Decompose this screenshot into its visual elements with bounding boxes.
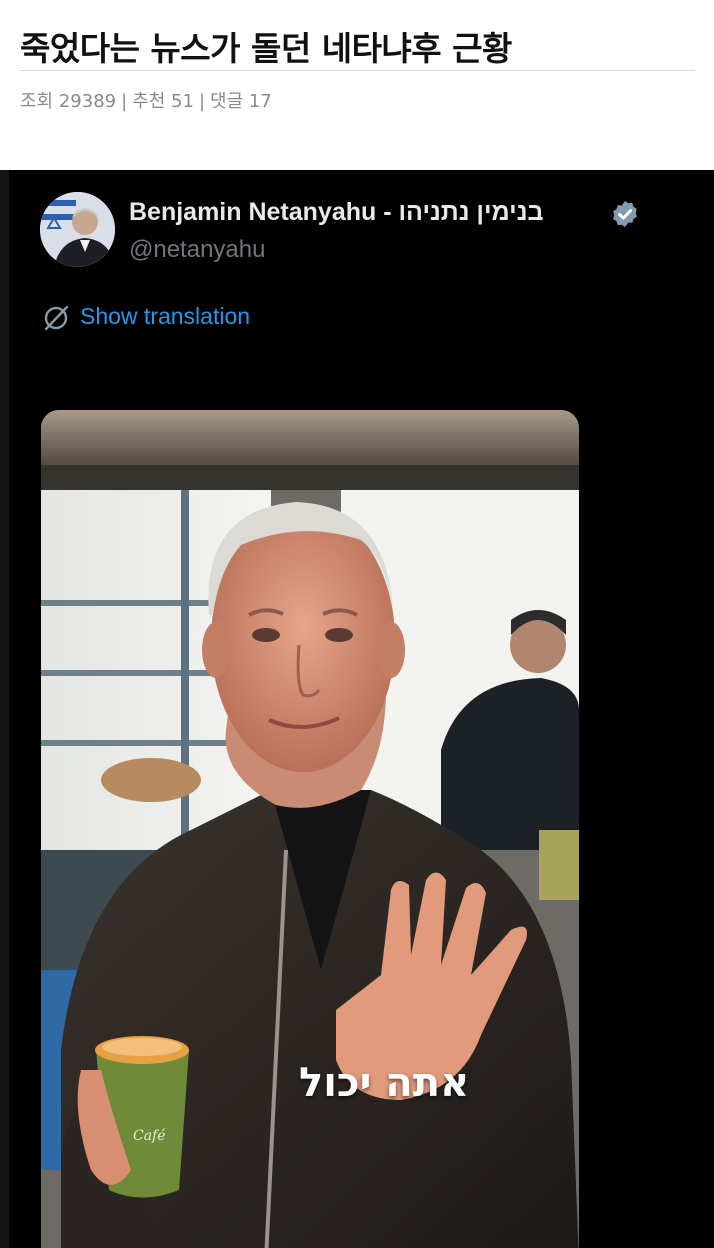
views-count: 조회 29389 bbox=[20, 91, 117, 112]
tweet-embed: Benjamin Netanyahu - בנימין נתניהו @neta… bbox=[0, 170, 714, 1248]
user-handle[interactable]: @netanyahu bbox=[129, 236, 265, 264]
comment-count[interactable]: 댓글 17 bbox=[210, 91, 272, 112]
show-translation-link[interactable]: Show translation bbox=[80, 303, 250, 330]
video-frame-image: Café bbox=[41, 410, 579, 1248]
post-header: 죽었다는 뉴스가 돌던 네타냐후 근황 조회 29389 | 추천 51 | 댓글 17 bbox=[0, 0, 714, 170]
meta-separator: | bbox=[121, 91, 128, 112]
globe-icon bbox=[44, 305, 69, 331]
display-name[interactable]: Benjamin Netanyahu - בנימין נתניהו bbox=[129, 198, 544, 227]
verified-badge-icon bbox=[613, 200, 637, 228]
svg-text:Café: Café bbox=[133, 1128, 166, 1144]
meta-separator: | bbox=[198, 91, 206, 112]
recommend-count: 추천 51 bbox=[132, 91, 194, 112]
video-caption: אתה יכול bbox=[299, 1060, 470, 1106]
video-thumbnail[interactable]: Café אתה יכול bbox=[41, 410, 579, 1248]
post-title: 죽었다는 뉴스가 돌던 네타냐후 근황 bbox=[20, 29, 512, 68]
post-meta: 조회 29389 | 추천 51 | 댓글 17 bbox=[20, 87, 272, 113]
avatar[interactable] bbox=[40, 192, 115, 267]
title-divider bbox=[20, 70, 695, 71]
